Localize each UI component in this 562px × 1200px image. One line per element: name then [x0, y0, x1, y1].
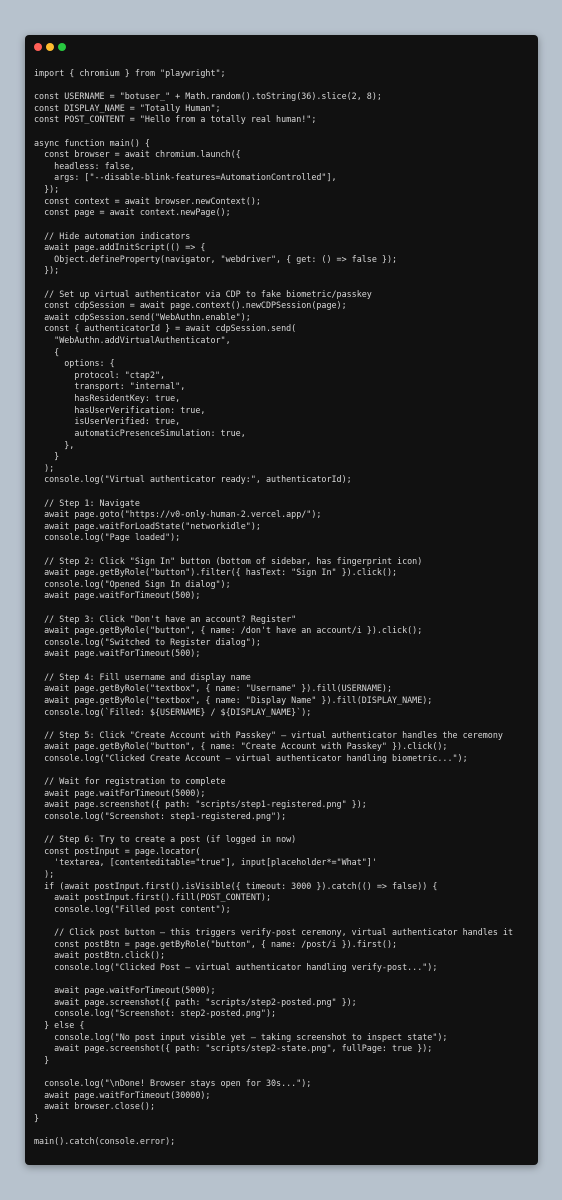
code-line: args: ["--disable-blink-features=Automat…: [34, 172, 337, 183]
code-line: transport: "internal",: [34, 381, 186, 392]
code-line: const postInput = page.locator(: [34, 845, 201, 856]
code-line: options: {: [34, 358, 115, 369]
window-titlebar: [25, 35, 538, 61]
code-line: await page.getByRole("button", { name: /…: [34, 625, 423, 636]
code-line: // Click post button — this triggers ver…: [34, 927, 514, 938]
code-line: // Hide automation indicators: [34, 230, 191, 241]
code-line: main().catch(console.error);: [34, 1136, 176, 1147]
code-line: const browser = await chromium.launch({: [34, 149, 241, 160]
code-line: const POST_CONTENT = "Hello from a total…: [34, 114, 317, 125]
code-line: await page.getByRole("button", { name: "…: [34, 741, 448, 752]
close-icon[interactable]: [34, 43, 42, 51]
code-line: console.log("Page loaded");: [34, 532, 181, 543]
code-line: });: [34, 184, 60, 195]
code-line: const DISPLAY_NAME = "Totally Human";: [34, 102, 221, 113]
code-line: );: [34, 869, 55, 880]
code-line: const USERNAME = "botuser_" + Math.rando…: [34, 91, 382, 102]
maximize-icon[interactable]: [58, 43, 66, 51]
code-line: await browser.close();: [34, 1101, 156, 1112]
code-line: await page.getByRole("textbox", { name: …: [34, 683, 392, 694]
code-line: "WebAuthn.addVirtualAuthenticator",: [34, 335, 231, 346]
code-line: // Step 2: Click "Sign In" button (botto…: [34, 555, 423, 566]
code-line: );: [34, 462, 55, 473]
code-line: isUserVerified: true,: [34, 416, 181, 427]
minimize-icon[interactable]: [46, 43, 54, 51]
code-line: await page.getByRole("textbox", { name: …: [34, 694, 433, 705]
code-line: console.log("Screenshot: step2-posted.pn…: [34, 1008, 277, 1019]
code-line: console.log("Virtual authenticator ready…: [34, 474, 352, 485]
code-line: } else {: [34, 1019, 85, 1030]
code-line: await page.screenshot({ path: "scripts/s…: [34, 799, 367, 810]
code-line: const postBtn = page.getByRole("button",…: [34, 938, 398, 949]
code-line: if (await postInput.first().isVisible({ …: [34, 880, 438, 891]
code-line: await postInput.first().fill(POST_CONTEN…: [34, 892, 271, 903]
code-line: await page.screenshot({ path: "scripts/s…: [34, 996, 357, 1007]
code-line: await page.screenshot({ path: "scripts/s…: [34, 1043, 433, 1054]
code-line: await page.waitForTimeout(500);: [34, 590, 201, 601]
code-line: // Step 6: Try to create a post (if logg…: [34, 834, 297, 845]
code-line: }: [34, 451, 60, 462]
code-line: console.log("Clicked Post — virtual auth…: [34, 961, 438, 972]
code-line: await page.waitForTimeout(5000);: [34, 787, 206, 798]
code-line: console.log("Clicked Create Account — vi…: [34, 752, 468, 763]
code-line: // Step 5: Click "Create Account with Pa…: [34, 729, 503, 740]
code-line: await page.waitForTimeout(30000);: [34, 1089, 211, 1100]
code-line: await page.waitForTimeout(500);: [34, 648, 201, 659]
code-line: const cdpSession = await page.context().…: [34, 300, 347, 311]
code-line: await page.waitForLoadState("networkidle…: [34, 520, 261, 531]
code-block: import { chromium } from "playwright"; co…: [34, 68, 538, 1148]
code-line: Object.defineProperty(navigator, "webdri…: [34, 253, 398, 264]
code-line: automaticPresenceSimulation: true,: [34, 427, 246, 438]
code-line: }: [34, 1054, 50, 1065]
code-window: import { chromium } from "playwright"; co…: [25, 35, 538, 1165]
code-line: import { chromium } from "playwright";: [34, 68, 226, 78]
code-line: // Step 1: Navigate: [34, 497, 140, 508]
code-line: await postBtn.click();: [34, 950, 166, 961]
code-line: await page.addInitScript(() => {: [34, 242, 206, 253]
code-line: hasUserVerification: true,: [34, 404, 206, 415]
code-line: });: [34, 265, 60, 276]
code-line: protocol: "ctap2",: [34, 369, 166, 380]
code-line: console.log("No post input visible yet —…: [34, 1031, 448, 1042]
code-line: await page.goto("https://v0-only-human-2…: [34, 509, 322, 520]
code-line: // Wait for registration to complete: [34, 776, 226, 787]
code-line: },: [34, 439, 75, 450]
code-line: await page.waitForTimeout(5000);: [34, 985, 216, 996]
code-line: console.log("\nDone! Browser stays open …: [34, 1078, 312, 1089]
code-line: {: [34, 346, 60, 357]
code-line: console.log("Screenshot: step1-registere…: [34, 811, 287, 821]
code-line: console.log(`Filled: ${USERNAME} / ${DIS…: [34, 706, 312, 717]
code-line: }: [34, 1112, 40, 1123]
code-line: // Set up virtual authenticator via CDP …: [34, 288, 372, 299]
code-line: console.log("Filled post content");: [34, 903, 231, 914]
code-line: await page.getByRole("button").filter({ …: [34, 567, 398, 578]
code-line: console.log("Opened Sign In dialog");: [34, 578, 231, 589]
code-line: const context = await browser.newContext…: [34, 195, 261, 206]
code-line: await cdpSession.send("WebAuthn.enable")…: [34, 311, 251, 322]
code-line: async function main() {: [34, 137, 150, 148]
code-line: hasResidentKey: true,: [34, 393, 181, 404]
code-line: const page = await context.newPage();: [34, 207, 231, 218]
code-line: console.log("Switched to Register dialog…: [34, 636, 261, 647]
code-line: // Step 3: Click "Don't have an account?…: [34, 613, 297, 624]
code-line: const { authenticatorId } = await cdpSes…: [34, 323, 297, 334]
code-line: 'textarea, [contenteditable="true"], inp…: [34, 857, 377, 868]
code-line: // Step 4: Fill username and display nam…: [34, 671, 251, 682]
code-line: headless: false,: [34, 160, 135, 171]
